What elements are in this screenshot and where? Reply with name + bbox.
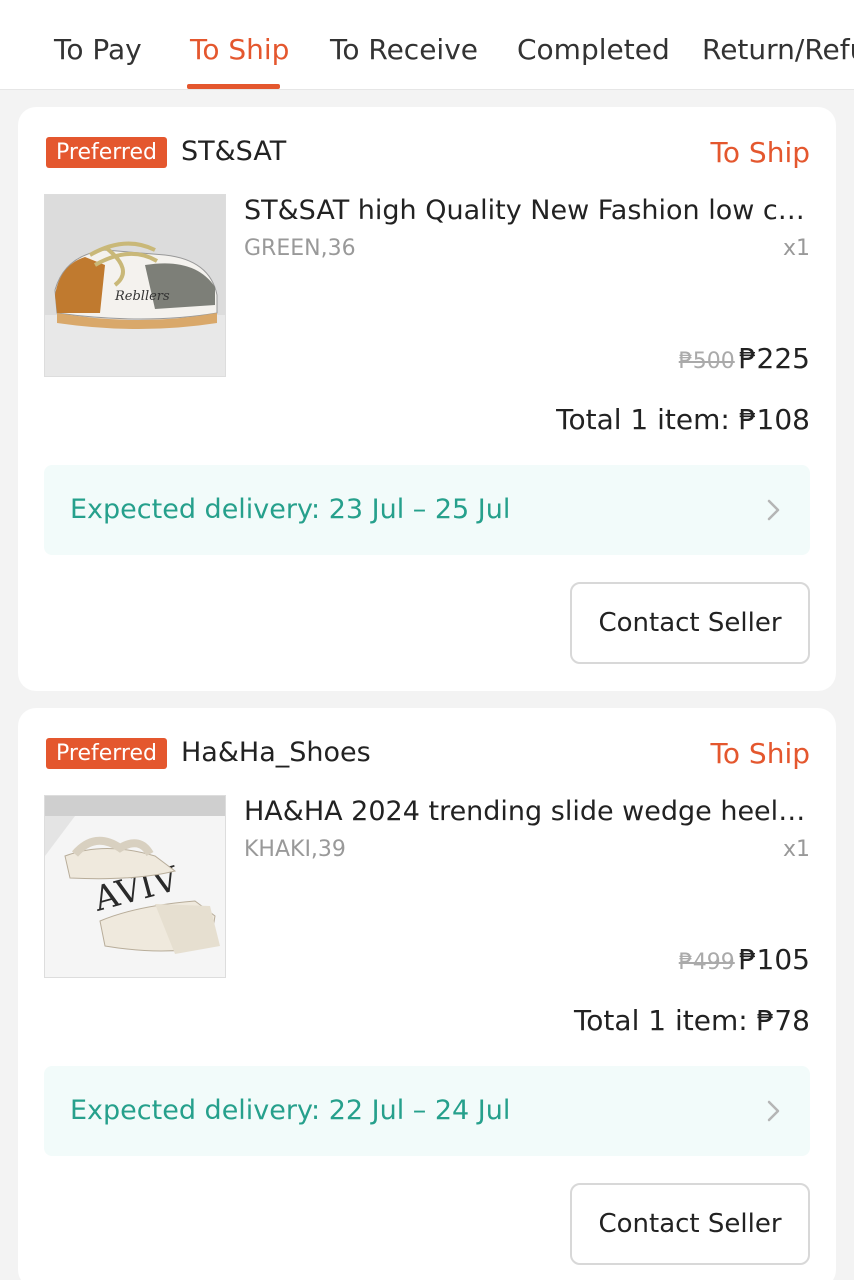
- contact-seller-button[interactable]: Contact Seller: [570, 582, 810, 664]
- price-row: ₱500 ₱225: [679, 339, 810, 383]
- order-card: Preferred ST&SAT To Ship Rebllers ST&SAT…: [18, 107, 836, 691]
- contact-seller-button[interactable]: Contact Seller: [570, 1183, 810, 1265]
- product-title[interactable]: ST&SAT high Quality New Fashion low cut …: [244, 191, 812, 231]
- price-row: ₱499 ₱105: [679, 940, 810, 984]
- svg-text:Rebllers: Rebllers: [114, 289, 170, 304]
- chevron-right-icon: [767, 499, 780, 521]
- preferred-badge: Preferred: [46, 137, 167, 168]
- product-title[interactable]: HA&HA 2024 trending slide wedge heels sa…: [244, 792, 812, 832]
- original-price: ₱499: [678, 950, 735, 975]
- preferred-badge: Preferred: [46, 738, 167, 769]
- product-variation: GREEN,36: [244, 236, 356, 261]
- product-thumbnail[interactable]: Rebllers: [44, 194, 226, 377]
- shop-name[interactable]: ST&SAT: [181, 133, 286, 171]
- order-card: Preferred Ha&Ha_Shoes To Ship AVIV HA&HA…: [18, 708, 836, 1280]
- order-status: To Ship: [710, 737, 810, 770]
- discounted-price: ₱105: [738, 943, 810, 976]
- order-status: To Ship: [710, 136, 810, 169]
- expected-delivery-text: Expected delivery: 22 Jul – 24 Jul: [70, 1095, 511, 1126]
- order-status-tabs: To Pay To Ship To Receive Completed Retu…: [0, 0, 854, 90]
- tab-to-receive[interactable]: To Receive: [330, 30, 478, 70]
- sneaker-image-icon: Rebllers: [45, 195, 225, 376]
- product-quantity: x1: [782, 236, 810, 261]
- product-thumbnail[interactable]: AVIV: [44, 795, 226, 978]
- order-total: Total 1 item: ₱108: [556, 403, 810, 436]
- tab-completed[interactable]: Completed: [517, 30, 670, 70]
- active-tab-indicator: [187, 84, 280, 89]
- expected-delivery-row[interactable]: Expected delivery: 22 Jul – 24 Jul: [44, 1066, 810, 1156]
- tab-to-pay[interactable]: To Pay: [54, 30, 142, 70]
- expected-delivery-row[interactable]: Expected delivery: 23 Jul – 25 Jul: [44, 465, 810, 555]
- original-price: ₱500: [678, 349, 735, 374]
- sandal-image-icon: AVIV: [45, 796, 225, 977]
- expected-delivery-text: Expected delivery: 23 Jul – 25 Jul: [70, 494, 511, 525]
- discounted-price: ₱225: [738, 342, 810, 375]
- product-quantity: x1: [782, 837, 810, 862]
- order-total: Total 1 item: ₱78: [573, 1004, 810, 1037]
- tab-return-refund[interactable]: Return/Refund: [702, 30, 854, 70]
- chevron-right-icon: [767, 1100, 780, 1122]
- product-variation: KHAKI,39: [244, 837, 346, 862]
- shop-name[interactable]: Ha&Ha_Shoes: [181, 734, 371, 772]
- tab-to-ship[interactable]: To Ship: [190, 30, 289, 70]
